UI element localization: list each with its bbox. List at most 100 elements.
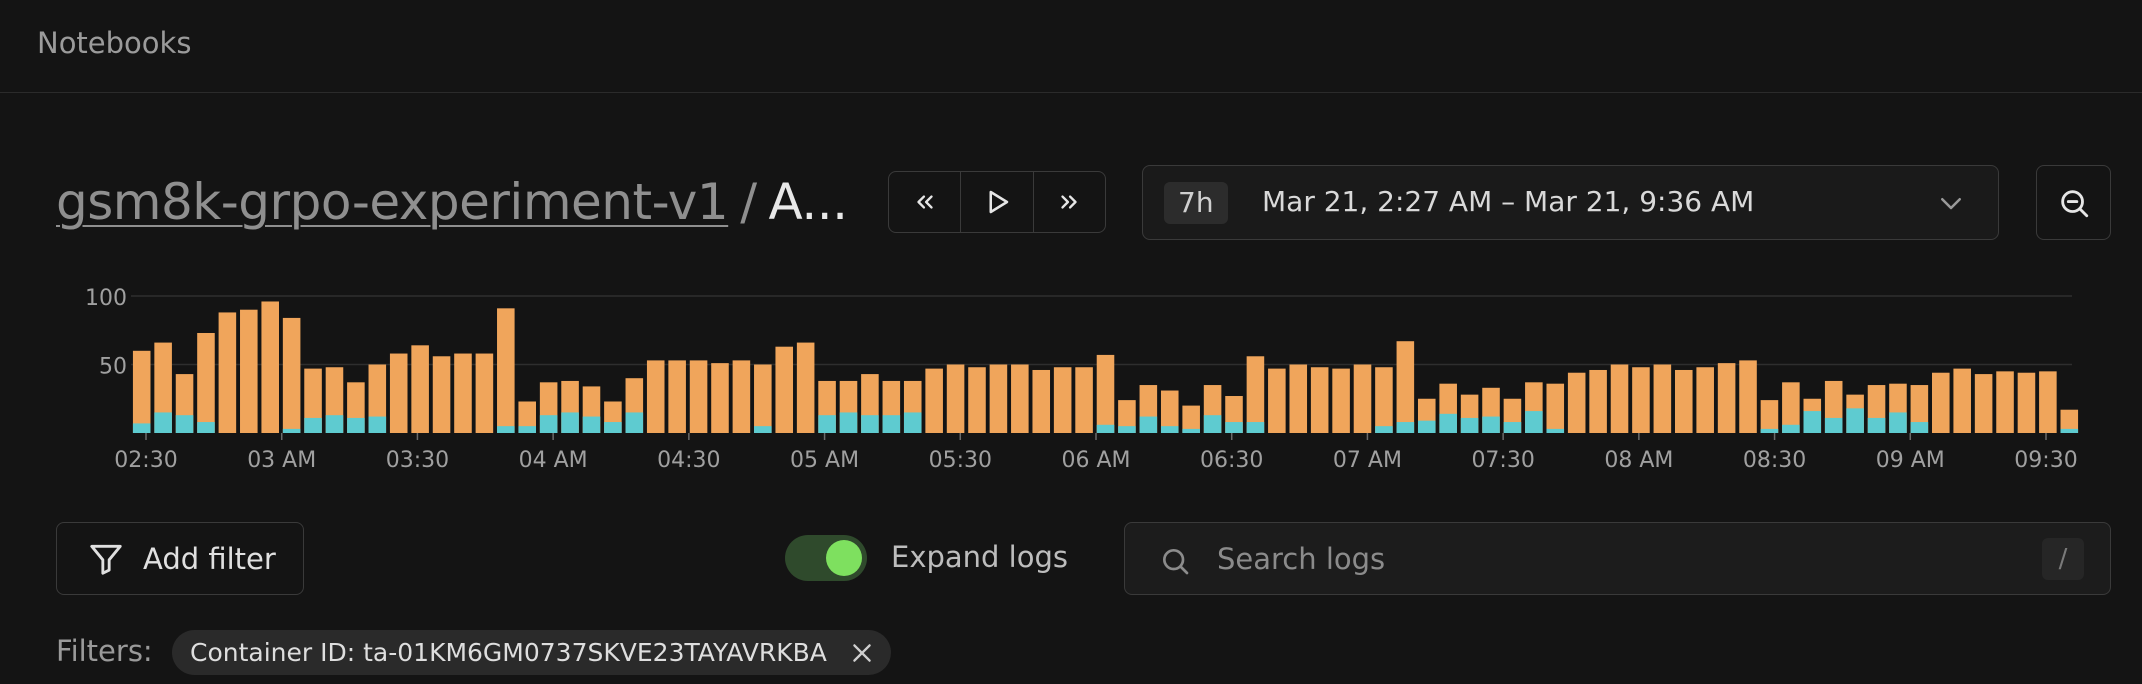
histogram-bar-segment [325,415,344,433]
histogram-bar [218,312,237,433]
forward-button[interactable] [1034,172,1105,232]
histogram-bar-segment [1246,422,1265,433]
app-title: Notebooks [37,26,192,60]
x-tick-label: 08 AM [1604,448,1673,473]
histogram-bar [475,353,494,433]
histogram-bar [1075,367,1093,433]
histogram-bar [689,360,708,433]
histogram-bar-segment [1417,420,1436,433]
histogram-bar-segment [1910,422,1929,433]
histogram-bar [796,342,815,433]
close-icon [853,643,871,662]
histogram-bar [1760,400,1779,433]
histogram-bar [754,364,772,433]
histogram-bar [968,367,986,433]
histogram-bar-segment [1503,422,1522,433]
histogram-bar-segment [304,417,322,433]
histogram-bar [2039,371,2057,433]
double-chevron-right-icon [1061,195,1078,209]
histogram-bar [2017,372,2036,433]
filter-chip: Container ID: ta-01KM6GM0737SKVE23TAYAVR… [172,630,891,675]
histogram-bar [989,364,1008,433]
x-tick-label: 02:30 [114,448,177,473]
playback-controls [888,171,1106,233]
histogram-bar-segment [1375,426,1393,433]
histogram-bar [1246,356,1265,433]
breadcrumb-current: A... [768,173,849,231]
histogram-bar [1396,341,1415,433]
histogram-bar-segment [882,415,901,433]
search-box: / [1124,522,2111,595]
histogram-bar-segment [1118,426,1136,433]
x-tick-label: 06:30 [1200,448,1263,473]
histogram-bar [1546,383,1565,433]
x-tick-label: 09 AM [1876,448,1945,473]
histogram-bar-segment [154,412,172,433]
histogram-bar [711,363,729,433]
x-tick-label: 09:30 [2014,448,2077,473]
histogram-bar [775,346,794,433]
histogram-bar [1739,360,1757,433]
histogram-bar-segment [1439,413,1457,433]
time-range-dropdown[interactable]: 7h Mar 21, 2:27 AM – Mar 21, 9:36 AM [1142,165,1999,240]
double-chevron-left-icon [916,195,933,209]
x-tick-label: 03:30 [386,448,449,473]
histogram-bar-segment [2060,428,2079,433]
histogram-bar-segment [818,415,836,433]
rewind-button[interactable] [889,172,962,232]
zoom-out-button[interactable] [2036,165,2111,240]
histogram-bar-segment [1782,424,1800,433]
x-tick-label: 03 AM [247,448,316,473]
histogram-bar-segment [582,416,601,433]
histogram-bar-segment [368,416,387,433]
histogram-bar [668,360,686,433]
histogram-bar [454,353,472,433]
histogram-bar [1674,369,1693,433]
x-tick-label: 04 AM [519,448,588,473]
expand-logs-label: Expand logs [891,540,1068,574]
breadcrumb-project-link[interactable]: gsm8k-grpo-experiment-v1 [56,173,729,231]
histogram-bar-segment [561,412,579,433]
histogram-bar [925,368,943,433]
histogram-bar [1610,364,1629,433]
histogram-bar-segment [1760,428,1779,433]
histogram-bar [497,308,515,433]
histogram-bar [1932,372,1950,433]
histogram-bar [197,332,215,433]
search-input[interactable] [1215,533,2019,585]
funnel-icon [90,544,122,575]
filter-chip-text: Container ID: ta-01KM6GM0737SKVE23TAYAVR… [190,638,827,667]
x-tick-label: 05:30 [929,448,992,473]
histogram-bar-segment [839,412,858,433]
histogram-bar-segment [1889,412,1907,433]
time-range-badge: 7h [1164,182,1228,224]
histogram-bar-segment [1846,408,1864,433]
histogram-bar [1974,374,1993,433]
log-volume-histogram[interactable]: 100 50 02:30 03 AM 03:30 04 AM 04:30 05 AM 05:3… [0,270,2142,485]
y-tick-label: 50 [99,355,127,380]
histogram-bar [1289,364,1308,433]
histogram-bar [132,350,151,433]
histogram-bar-segment [861,415,879,433]
filters-label: Filters: [56,634,153,668]
histogram-bar [1096,354,1115,433]
play-button[interactable] [961,172,1034,232]
histogram-bar-segment [539,415,558,433]
add-filter-button[interactable]: Add filter [56,522,304,595]
histogram-bar-segment [1867,417,1886,433]
histogram-bar [1996,371,2014,433]
histogram-bar-segment [1203,415,1222,433]
histogram-bar [432,356,451,433]
histogram-bar [1053,367,1072,433]
remove-filter-button[interactable] [849,640,875,666]
search-icon [1163,549,1189,575]
histogram-bar-segment [1460,417,1479,433]
x-tick-label: 05 AM [790,448,859,473]
expand-logs-toggle[interactable] [785,535,867,581]
histogram-bar [240,309,258,433]
histogram-bar-segment [1096,424,1115,433]
histogram-bar-segment [1525,411,1543,433]
histogram-bar [1567,372,1586,433]
histogram-bar [1632,367,1650,433]
histogram-bar-segment [1396,422,1415,433]
